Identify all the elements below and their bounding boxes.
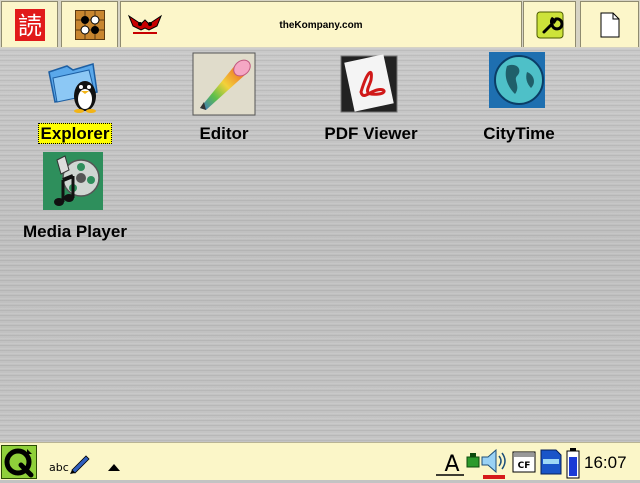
document-icon [600, 12, 619, 37]
app-media-player[interactable]: Media Player [10, 150, 140, 246]
app-label-text: Media Player [23, 222, 127, 241]
globe-clock-icon [489, 52, 545, 108]
game-board-icon [74, 9, 105, 40]
text-input-icon[interactable]: A [434, 447, 466, 479]
pdf-icon [340, 54, 398, 113]
app-explorer[interactable]: Explorer [10, 52, 140, 148]
volume-icon[interactable] [480, 447, 508, 479]
app-pdf-viewer[interactable]: PDF Viewer [306, 52, 436, 148]
app-label: Explorer [10, 123, 140, 144]
network-icon[interactable] [466, 451, 480, 473]
input-method-button[interactable]: abc [48, 452, 90, 474]
up-arrow-icon [108, 464, 120, 471]
tab-kanji[interactable]: 読 [1, 1, 58, 47]
app-label-text: Editor [199, 124, 249, 143]
sd-card-icon[interactable] [540, 449, 562, 475]
tab-applications[interactable]: theKompany.com [120, 1, 522, 47]
cf-card-label: CF [518, 461, 531, 471]
taskbar: abc A CF 16:07 [0, 442, 640, 480]
tab-documents[interactable] [580, 1, 639, 47]
clock[interactable]: 16:07 [584, 453, 627, 473]
app-label: CityTime [454, 124, 584, 144]
start-menu-button[interactable] [1, 445, 37, 479]
wrench-settings-icon [536, 11, 563, 38]
pencil-editor-icon [192, 52, 256, 116]
tab-title: theKompany.com [279, 20, 363, 31]
kanji-glyph: 読 [18, 12, 42, 40]
folder-penguin-icon [48, 63, 98, 113]
text-input-glyph: A [444, 452, 459, 477]
qtopia-q-icon [1, 445, 37, 479]
app-label: Media Player [10, 222, 140, 242]
tab-settings[interactable] [523, 1, 576, 47]
battery-icon[interactable] [566, 447, 580, 479]
app-citytime[interactable]: CityTime [454, 52, 584, 148]
app-label-text: PDF Viewer [324, 124, 418, 143]
app-label: PDF Viewer [306, 124, 436, 144]
film-music-icon [43, 152, 103, 210]
menu-up-arrow-icon[interactable] [106, 457, 122, 471]
cf-card-icon[interactable]: CF [512, 451, 536, 473]
app-label: Editor [159, 124, 289, 144]
app-label-text: Explorer [37, 123, 113, 144]
kanji-character-icon: 読 [14, 8, 45, 41]
app-label-text: CityTime [483, 124, 555, 143]
input-method-text: abc [49, 461, 69, 474]
top-tab-bar: 読 theKompany.com [0, 0, 640, 48]
app-editor[interactable]: Editor [159, 52, 289, 148]
pencil-input-icon: abc [49, 455, 90, 474]
desktop: Explorer Editor PDF Viewer CityTime Medi… [0, 48, 640, 442]
tab-games[interactable] [61, 1, 118, 47]
